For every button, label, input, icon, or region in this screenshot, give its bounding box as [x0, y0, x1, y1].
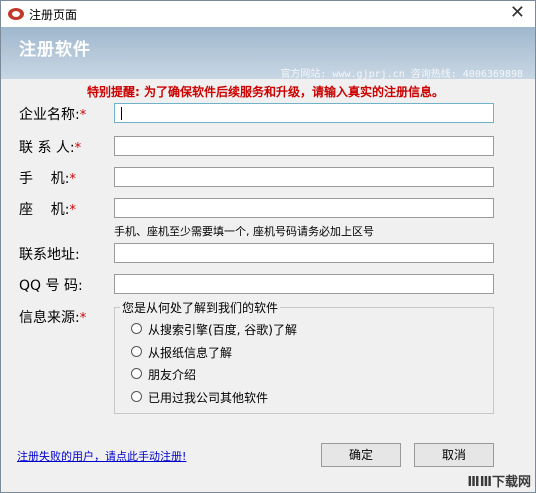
banner-title: 注册软件 [19, 40, 91, 60]
source-group-title: 您是从何处了解到我们的软件 [120, 299, 281, 316]
notice-text: 特别提醒: 为了确保软件后续服务和升级，请输入真实的注册信息。 [87, 85, 444, 99]
required-mark: * [79, 311, 87, 326]
manual-register-link[interactable]: 注册失败的用户，请点此手动注册! [17, 448, 186, 464]
phone-hint: 手机、座机至少需要填一个, 座机号码请务必加上区号 [114, 225, 374, 238]
source-option-label: 已用过我公司其他软件 [148, 391, 269, 405]
contact-person-input[interactable] [114, 136, 494, 156]
company-name-input[interactable] [114, 103, 494, 123]
contact-person-label: 联 系 人:* [19, 140, 82, 156]
source-option-label: 从报纸信息了解 [148, 346, 233, 360]
window-title: 注册页面 [29, 8, 78, 22]
title-bar: 注册页面 ✕ [1, 1, 535, 27]
qq-label: QQ 号 码: [19, 278, 83, 294]
required-mark: * [79, 108, 87, 123]
close-icon[interactable]: ✕ [510, 3, 525, 23]
radio-button[interactable] [131, 346, 142, 357]
cancel-button[interactable]: 取消 [414, 443, 494, 467]
watermark-logo: ⅢⅢ下载网 [467, 475, 531, 490]
source-label: 信息来源:* [19, 310, 87, 326]
source-option-label: 朋友介绍 [148, 368, 197, 382]
required-mark: * [69, 172, 77, 187]
header-banner: 注册软件 官方网站: www.gjprj.cn 咨询热线: 4006369898 [1, 27, 535, 80]
text-caret [121, 107, 122, 120]
source-option-label: 从搜索引擎(百度, 谷歌)了解 [148, 323, 297, 337]
radio-button[interactable] [131, 323, 142, 334]
radio-button[interactable] [131, 391, 142, 402]
mobile-label: 手 机:* [19, 171, 77, 187]
radio-button[interactable] [131, 368, 142, 379]
register-window: 注册页面 ✕ 注册软件 官方网站: www.gjprj.cn 咨询热线: 400… [0, 0, 536, 493]
address-input[interactable] [114, 243, 494, 263]
landline-input[interactable] [114, 198, 494, 218]
address-label: 联系地址: [19, 247, 80, 263]
app-logo-icon [8, 8, 24, 20]
landline-label: 座 机:* [19, 202, 77, 218]
mobile-input[interactable] [114, 167, 494, 187]
ok-button[interactable]: 确定 [321, 443, 401, 467]
required-mark: * [74, 141, 82, 156]
company-name-label: 企业名称:* [19, 107, 87, 123]
qq-input[interactable] [114, 274, 494, 294]
required-mark: * [69, 203, 77, 218]
contact-info: 官方网站: www.gjprj.cn 咨询热线: 4006369898 [280, 69, 523, 80]
